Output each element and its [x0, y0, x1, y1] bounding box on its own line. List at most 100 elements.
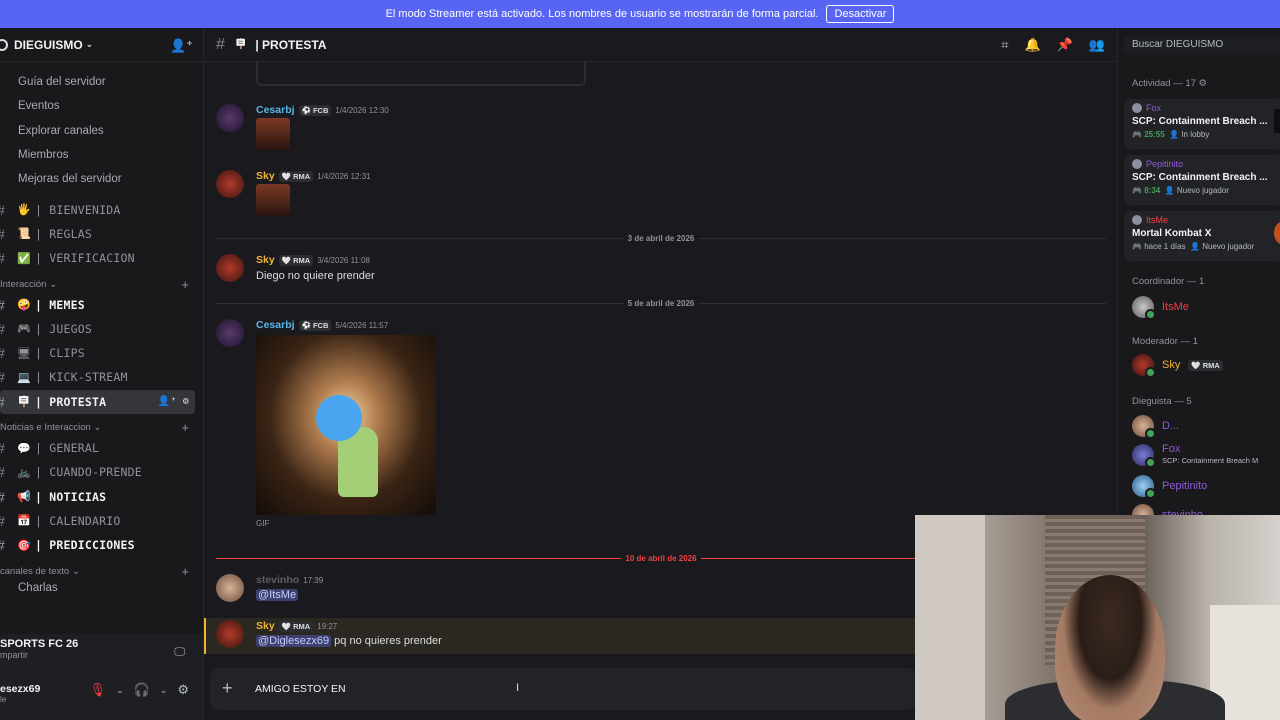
meme-sticker[interactable] — [256, 118, 290, 150]
nav-server-boost[interactable]: Mejoras del servidor — [0, 167, 203, 191]
user-mention[interactable]: @Diglesezx69 — [256, 635, 332, 647]
pin-icon[interactable]: 📌 — [1057, 37, 1073, 53]
role-tag: 🤍 RMA — [278, 170, 314, 182]
channel-reglas[interactable]: # 📜 | REGLAS — [0, 222, 203, 246]
member-list-icon[interactable]: 👥 — [1089, 37, 1105, 53]
member-row[interactable]: D... — [1132, 415, 1179, 439]
channel-kick-stream[interactable]: # 💻 | KICK-STREAM — [0, 365, 203, 389]
category-label: Interacción — [0, 278, 47, 290]
channel-calendario[interactable]: # 📅 | CALENDARIO — [0, 509, 203, 533]
avatar — [1132, 159, 1142, 169]
channel-general[interactable]: # 💬 | GENERAL — [0, 436, 203, 460]
headphones-icon[interactable]: 🎧 — [134, 682, 150, 698]
meme-sticker[interactable] — [256, 184, 290, 216]
activity-card[interactable]: ItsMe Mortal Kombat X 🎮 hace 1 días 👤 Nu… — [1124, 211, 1280, 261]
add-channel-icon[interactable]: + — [181, 277, 189, 292]
activity-time: 25:55 — [1144, 130, 1165, 139]
user-mention[interactable]: @ItsMe — [256, 589, 299, 601]
threads-icon[interactable]: ⌗ — [1001, 37, 1008, 53]
channel-bienvenida[interactable]: # 🖐 | BIENVENIDA — [0, 197, 203, 221]
nav-events[interactable]: Eventos — [0, 94, 203, 118]
add-attachment-icon[interactable]: + — [222, 678, 233, 699]
nav-browse-channels[interactable]: Explorar canales — [0, 119, 203, 143]
avatar[interactable] — [216, 574, 244, 602]
category-canales-texto[interactable]: canales de texto ⌄ + — [0, 557, 203, 579]
member-row[interactable]: Sky 🤍 RMA — [1132, 354, 1223, 378]
channel-cuando-prende[interactable]: # 🚲 | CUANDO-PRENDE — [0, 460, 203, 484]
current-user[interactable]: esezx69 le — [0, 683, 40, 704]
bell-icon[interactable]: 🔔 — [1024, 37, 1040, 53]
role-header-moderador: Moderador — 1 — [1132, 336, 1199, 347]
hash-icon: # — [0, 394, 11, 410]
hash-icon: # — [0, 250, 11, 266]
avatar[interactable] — [216, 104, 244, 132]
message-input[interactable]: AMIGO ESTOY EN — [255, 683, 346, 695]
message-author[interactable]: Cesarbj — [256, 319, 295, 331]
message-author[interactable]: Sky — [256, 620, 275, 632]
avatar[interactable] — [216, 254, 244, 282]
channel-sidebar: DIEGUISMO ⌄ 👤⁺ Guía del servidor Eventos… — [0, 28, 203, 720]
message-author[interactable]: Cesarbj — [256, 104, 295, 116]
message-author[interactable]: stevinho — [256, 574, 299, 586]
chevron-down-icon[interactable]: ⌄ — [160, 685, 168, 696]
channel-label: | PREDICCIONES — [35, 538, 135, 553]
webcam-background — [915, 515, 985, 720]
category-interaccion[interactable]: Interacción ⌄ + — [0, 270, 203, 292]
member-row[interactable]: Pepitinito — [1132, 475, 1207, 499]
server-name: DIEGUISMO — [14, 37, 83, 52]
role-tag: 🤍 RMA — [278, 254, 314, 266]
activity-card[interactable]: Pepitinito SCP: Containment Breach ... 🎮… — [1124, 155, 1280, 205]
member-row[interactable]: ItsMe — [1132, 296, 1189, 320]
gif-image[interactable] — [256, 335, 436, 515]
category-noticias[interactable]: Noticias e Interaccion ⌄ + — [0, 414, 203, 436]
voice-subtitle: mpartir — [0, 650, 29, 660]
avatar[interactable] — [216, 319, 244, 347]
channel-emoji: ✅ — [17, 251, 31, 265]
channel-settings-icon[interactable]: 👤⁺ ⚙ — [158, 396, 189, 407]
current-user-status: le — [0, 695, 7, 704]
message-text: Diego no quiere prender — [256, 270, 375, 282]
message-composer[interactable]: + AMIGO ESTOY EN I — [210, 668, 916, 710]
hash-icon: # — [0, 464, 11, 480]
activity-user: Fox — [1146, 103, 1162, 113]
channel-noticias[interactable]: # 📢 | NOTICIAS — [0, 484, 203, 508]
avatar — [1132, 296, 1156, 320]
server-icon — [0, 38, 8, 51]
invite-people-icon[interactable]: 👤⁺ — [170, 38, 193, 54]
channel-memes[interactable]: # 🤪 | MEMES — [0, 292, 203, 316]
gamepad-icon: 🎮 — [1132, 242, 1142, 251]
member-row[interactable]: Fox SCP: Containment Breach M — [1132, 444, 1258, 468]
nav-members[interactable]: Miembros — [0, 143, 203, 167]
message-author[interactable]: Sky — [256, 170, 275, 182]
chevron-down-icon[interactable]: ⌄ — [116, 685, 124, 696]
disable-streamer-mode-button[interactable]: Desactivar — [826, 5, 895, 23]
avatar[interactable] — [216, 170, 244, 198]
search-input[interactable]: Buscar DIEGUISMO — [1124, 37, 1280, 55]
channel-predicciones[interactable]: # 🎯 | PREDICCIONES — [0, 533, 203, 557]
avatar — [1132, 415, 1156, 439]
channel-emoji: 🖐 — [17, 203, 31, 217]
nav-server-guide[interactable]: Guía del servidor — [0, 70, 203, 94]
date-divider: 5 de abril de 2026 — [216, 298, 1106, 308]
channel-clips[interactable]: # 🖥| CLIPS — [0, 341, 203, 365]
add-channel-icon[interactable]: + — [181, 420, 189, 435]
channel-charlas[interactable]: Charlas — [0, 579, 203, 597]
channel-juegos[interactable]: # 🎮 | JUEGOS — [0, 317, 203, 341]
activity-icon[interactable]: 🖵 — [174, 646, 185, 659]
gif-label: GIF — [256, 519, 270, 528]
server-header[interactable]: DIEGUISMO ⌄ 👤⁺ — [0, 28, 203, 62]
channel-verificacion[interactable]: # ✅ | VERIFICACION — [0, 246, 203, 270]
add-channel-icon[interactable]: + — [181, 564, 189, 579]
hash-icon: # — [0, 537, 11, 553]
message-timestamp: 3/4/2026 11:08 — [317, 255, 370, 265]
microphone-muted-icon[interactable]: 🎙 — [90, 682, 107, 698]
hash-icon: # — [0, 369, 11, 385]
avatar[interactable] — [216, 620, 244, 648]
gear-icon[interactable]: ⚙ — [177, 682, 189, 698]
channel-protesta[interactable]: # 🪧 | PROTESTA 👤⁺ ⚙ — [0, 389, 195, 414]
activity-card[interactable]: Fox SCP: Containment Breach ... 🎮 25:55 … — [1124, 99, 1280, 149]
message-text: pq no quieres prender — [334, 635, 442, 647]
voice-status[interactable]: SPORTS FC 26 mpartir — [0, 638, 78, 660]
hash-icon: # — [0, 345, 11, 361]
message-author[interactable]: Sky — [256, 254, 275, 266]
